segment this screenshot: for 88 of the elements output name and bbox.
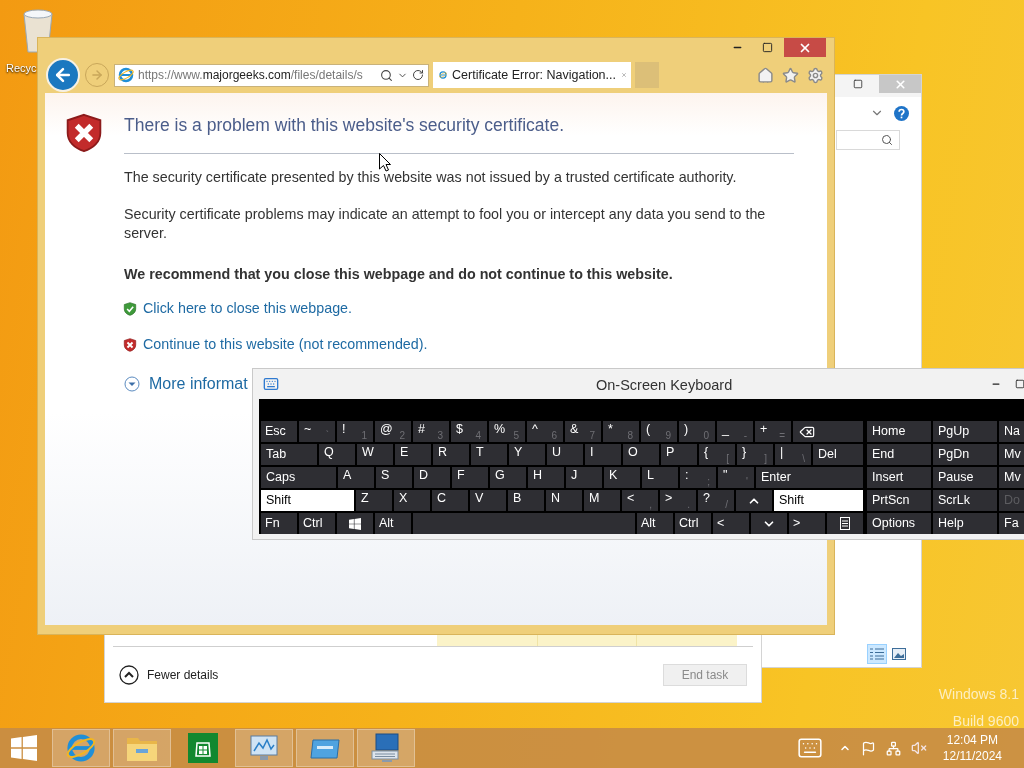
body-text: Security certificate problems may indicate an attempt to fool you or intercept any data you send to the server. (124, 205, 767, 243)
keyboard-key[interactable]: N (546, 490, 582, 511)
keyboard-key[interactable]: K (604, 467, 640, 488)
more-information-link[interactable]: More informat (149, 372, 248, 397)
keyboard-key[interactable]: Alt (375, 513, 411, 534)
keyboard-key[interactable]: ~ ` (299, 421, 335, 442)
keyboard-key[interactable]: @ 2 (375, 421, 411, 442)
keyboard-key[interactable]: I (585, 444, 621, 465)
keyboard-key[interactable]: H (528, 467, 564, 488)
keyboard-key[interactable]: ! 1 (337, 421, 373, 442)
keyboard-key[interactable]: W (357, 444, 393, 465)
keyboard-key[interactable]: _ - (717, 421, 753, 442)
keyboard-key[interactable]: PgUp (933, 421, 997, 442)
desktop-icon-label: Recyc (6, 61, 37, 76)
keyboard-key[interactable]: Alt (637, 513, 673, 534)
keyboard-key[interactable]: J (566, 467, 602, 488)
keyboard-key[interactable]: Fa (999, 513, 1024, 534)
keyboard-key[interactable]: Home (867, 421, 931, 442)
keyboard-key[interactable]: S (376, 467, 412, 488)
keyboard-key[interactable]: P (661, 444, 697, 465)
keyboard-key[interactable]: O (623, 444, 659, 465)
keyboard-key[interactable]: Ctrl (299, 513, 335, 534)
recommendation-text: We recommend that you close this webpage and do not continue to this website. (124, 265, 674, 284)
keyboard-key[interactable]: Insert (867, 467, 931, 488)
keyboard-key[interactable]: ? / (698, 490, 734, 511)
fewer-details-button[interactable]: Fewer details (119, 664, 219, 685)
keyboard-key[interactable]: | \ (775, 444, 811, 465)
keyboard-key[interactable]: A (338, 467, 374, 488)
keyboard-key[interactable]: Esc (261, 421, 297, 442)
keyboard-key[interactable]: L (642, 467, 678, 488)
keyboard-key[interactable]: > . (660, 490, 696, 511)
keyboard-key[interactable]: U (547, 444, 583, 465)
keyboard-key[interactable]: ( 9 (641, 421, 677, 442)
keyboard-key[interactable]: ^ 6 (527, 421, 563, 442)
keyboard-key[interactable]: * 8 (603, 421, 639, 442)
keyboard-key[interactable]: R (433, 444, 469, 465)
keyboard-key[interactable]: { [ (699, 444, 735, 465)
keyboard-key[interactable]: PgDn (933, 444, 997, 465)
keyboard-key[interactable]: Shift (774, 490, 863, 511)
keyboard-key[interactable]: E (395, 444, 431, 465)
keyboard-key[interactable]: Mv (999, 444, 1024, 465)
keyboard-key[interactable]: ) 0 (679, 421, 715, 442)
keyboard-key[interactable]: < , (622, 490, 658, 511)
keyboard-key[interactable]: Fn (261, 513, 297, 534)
keyboard-key[interactable]: C (432, 490, 468, 511)
keyboard-key[interactable]: Pause (933, 467, 997, 488)
keyboard-key[interactable]: M (584, 490, 620, 511)
keyboard-key[interactable]: Z (356, 490, 392, 511)
keyboard-key[interactable]: Options (867, 513, 931, 534)
keyboard-key[interactable]: Ctrl (675, 513, 711, 534)
keyboard-key[interactable]: Tab (261, 444, 317, 465)
keyboard-key[interactable]: F (452, 467, 488, 488)
keyboard-key[interactable]: Enter (756, 467, 863, 488)
address-field[interactable]: https://www.majorgeeks.com/files/details/s (114, 63, 429, 87)
keyboard-key[interactable]: Del (813, 444, 863, 465)
keyboard-key[interactable]: PrtScn (867, 490, 931, 511)
page-link[interactable]: Continue to this website (not recommended). (143, 333, 428, 356)
keyboard-key[interactable]: % 5 (489, 421, 525, 442)
keyboard-key[interactable]: Y (509, 444, 545, 465)
keyboard-key[interactable]: Caps (261, 467, 336, 488)
watermark-text: Build 9600 (952, 712, 1019, 731)
page-heading: There is a problem with this website's security certificate. (124, 114, 566, 136)
keyboard-key[interactable]: Mv (999, 467, 1024, 488)
keyboard-key[interactable]: T (471, 444, 507, 465)
keyboard-key[interactable]: X (394, 490, 430, 511)
window-title: On-Screen Keyboard (596, 376, 733, 395)
keyboard-key[interactable]: Help (933, 513, 997, 534)
keyboard-key[interactable]: G (490, 467, 526, 488)
keyboard-key[interactable]: < (713, 513, 749, 534)
keyboard-key[interactable]: Shift (261, 490, 354, 511)
keyboard-key[interactable]: } ] (737, 444, 773, 465)
keyboard-key[interactable]: ScrLk (933, 490, 997, 511)
keyboard-key[interactable]: B (508, 490, 544, 511)
page-link[interactable]: Click here to close this webpage. (143, 298, 352, 320)
keyboard-key[interactable]: Q (319, 444, 355, 465)
keyboard-key[interactable]: + = (755, 421, 791, 442)
keyboard-key[interactable]: V (470, 490, 506, 511)
keyboard-key[interactable]: " ' (718, 467, 754, 488)
keyboard-key[interactable]: Na (999, 421, 1024, 442)
body-text: The security certificate presented by this website was not issued by a trusted certificate authority. (124, 168, 738, 187)
keyboard-key[interactable]: $ 4 (451, 421, 487, 442)
keyboard-key[interactable]: End (867, 444, 931, 465)
keyboard-key[interactable]: D (414, 467, 450, 488)
watermark-text: Windows 8.1 (938, 685, 1019, 704)
browser-tab[interactable]: Certificate Error: Navigation... (433, 62, 631, 88)
keyboard-key[interactable]: > (789, 513, 825, 534)
keyboard-key[interactable]: # 3 (413, 421, 449, 442)
keyboard-key[interactable]: : ; (680, 467, 716, 488)
